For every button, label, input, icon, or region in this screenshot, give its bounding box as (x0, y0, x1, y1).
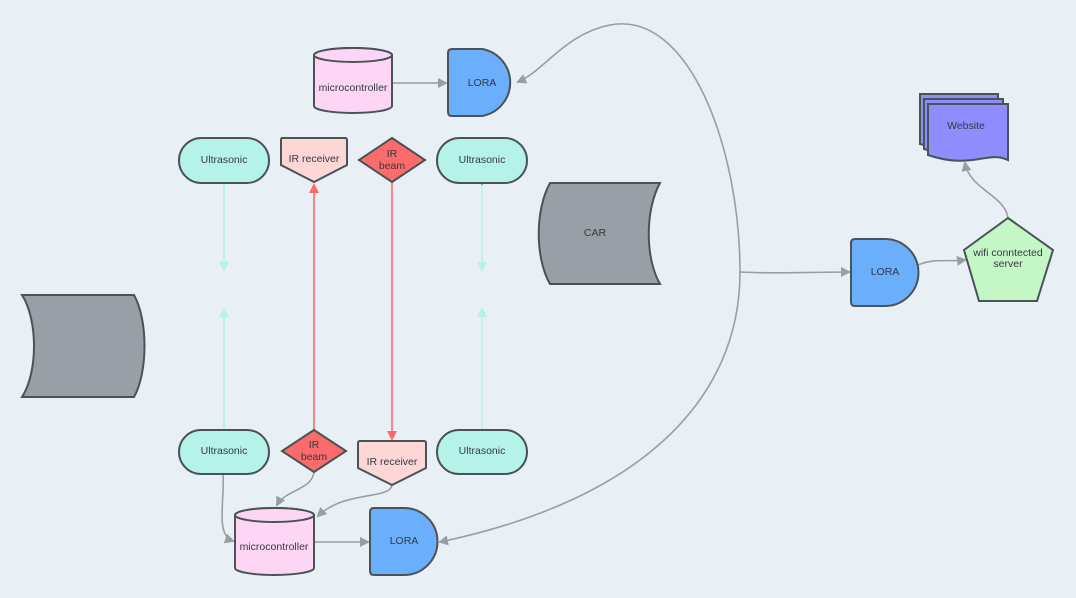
label: IR receiver (289, 153, 340, 165)
ultrasonic-bl[interactable]: Ultrasonic (178, 429, 270, 475)
top-microcontroller[interactable]: microcontroller (313, 47, 393, 114)
label: Ultrasonic (201, 154, 248, 166)
label: Website (947, 120, 985, 132)
connector-irbeam-to-mc (276, 471, 315, 507)
label: microcontroller (240, 541, 309, 553)
label: Ultrasonic (459, 154, 506, 166)
right-lora[interactable]: LORA (850, 238, 920, 307)
label: LORA (871, 266, 900, 278)
ultrasonic-br[interactable]: Ultrasonic (436, 429, 528, 475)
label-line1: IR (309, 439, 320, 451)
ir-beam-bottom[interactable]: IR beam (280, 428, 348, 474)
ir-beam-top[interactable]: IR beam (357, 136, 427, 184)
ultrasonic-tl[interactable]: Ultrasonic (178, 137, 270, 184)
connector-lora-to-server (917, 255, 967, 266)
label: microcontroller (319, 82, 388, 94)
label-line2: beam (379, 160, 406, 172)
connector-loop-bottom (438, 271, 741, 546)
connector-to-right-lora (739, 267, 851, 278)
wifi-server[interactable]: wifi conntected server (962, 216, 1055, 302)
ultrasonic-tr[interactable]: Ultrasonic (436, 137, 528, 184)
label: LORA (468, 77, 497, 89)
label-line2: beam (301, 451, 328, 463)
ir-receiver-top[interactable]: IR receiver (280, 137, 348, 184)
connector-server-to-website (961, 161, 1009, 219)
diagram-canvas: microcontroller LORA Ultrasonic IR recei… (20, 23, 1055, 576)
car[interactable]: CAR (537, 182, 662, 285)
connector-ultrasonic-bl-to-mc (221, 473, 235, 544)
left-storage-shape[interactable] (20, 294, 146, 398)
label: Ultrasonic (201, 445, 248, 457)
label: LORA (390, 535, 419, 547)
label: Ultrasonic (459, 445, 506, 457)
label-line1: IR (387, 148, 398, 160)
website-documents[interactable]: Website (919, 93, 1009, 162)
ir-receiver-bottom[interactable]: IR receiver (357, 440, 427, 487)
bottom-lora[interactable]: LORA (369, 507, 439, 576)
label: CAR (584, 227, 607, 239)
top-lora[interactable]: LORA (447, 48, 512, 117)
label: IR receiver (367, 456, 418, 468)
bottom-microcontroller[interactable]: microcontroller (234, 507, 315, 576)
label-line2: server (993, 258, 1023, 270)
